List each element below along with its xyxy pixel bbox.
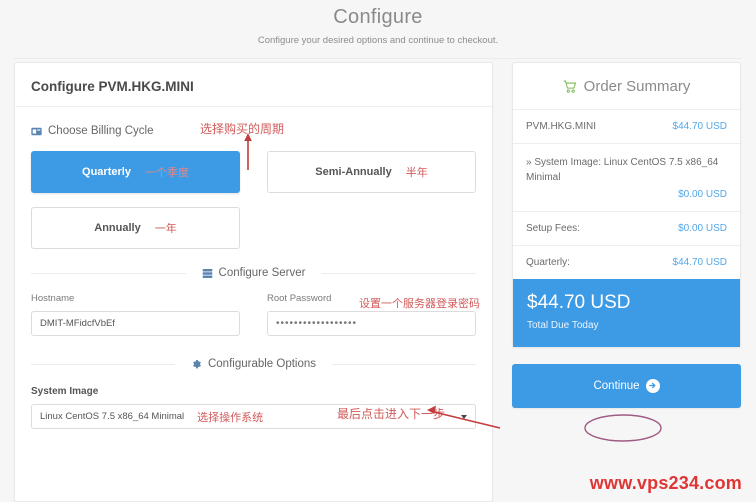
- summary-row-desc: PVM.HKG.MINI: [526, 121, 597, 132]
- summary-column: Order Summary PVM.HKG.MINI $44.70 USD » …: [512, 62, 741, 500]
- order-summary-title: Order Summary: [513, 63, 740, 110]
- billing-option-note: 半年: [405, 167, 428, 179]
- configure-heading: Configure PVM.HKG.MINI: [15, 63, 492, 107]
- order-summary-panel: Order Summary PVM.HKG.MINI $44.70 USD » …: [512, 62, 741, 348]
- system-image-value: Linux CentOS 7.5 x86_64 Minimal: [40, 411, 185, 422]
- billing-option-label: Annually: [94, 222, 141, 234]
- order-summary-label: Order Summary: [583, 78, 691, 95]
- page-header: Configure Configure your desired options…: [0, 0, 756, 59]
- configure-panel: Configure PVM.HKG.MINI Choose Billing Cy…: [14, 62, 493, 502]
- billing-option-note: 一年: [154, 223, 177, 235]
- hostname-input[interactable]: DMIT-MFidcfVbEf: [31, 311, 240, 336]
- total-due-box: $44.70 USD Total Due Today: [513, 279, 740, 347]
- billing-cycle-label: Choose Billing Cycle: [48, 125, 154, 137]
- page-subtitle: Configure your desired options and conti…: [257, 35, 499, 46]
- summary-row-price: $44.70 USD: [672, 257, 727, 268]
- password-mask: ••••••••••••••••••: [276, 318, 358, 329]
- server-icon: [202, 268, 213, 279]
- root-password-input[interactable]: ••••••••••••••••••: [267, 311, 476, 336]
- system-image-label: System Image: [31, 386, 99, 397]
- summary-row-system-image: » System Image: Linux CentOS 7.5 x86_64 …: [513, 144, 740, 212]
- configurable-options-heading: Configurable Options: [31, 358, 476, 370]
- billing-option-label: Semi-Annually: [315, 166, 392, 178]
- configure-body: Choose Billing Cycle Quarterly 一个季度 Semi…: [15, 125, 492, 429]
- summary-row-price: $0.00 USD: [678, 223, 727, 234]
- root-password-field-group: Root Password •••••••••••••••••• 设置一个服务器…: [267, 293, 480, 336]
- hostname-field-group: Hostname DMIT-MFidcfVbEf: [31, 293, 240, 336]
- billing-cycle-options: Quarterly 一个季度 Semi-Annually 半年 Annually…: [31, 151, 476, 249]
- billing-cycle-heading: Choose Billing Cycle: [31, 125, 476, 137]
- summary-row-setup-fees: Setup Fees: $0.00 USD: [513, 212, 740, 246]
- billing-option-semi-annually[interactable]: Semi-Annually 半年: [267, 151, 476, 193]
- configure-server-label: Configure Server: [218, 267, 306, 279]
- summary-row-product: PVM.HKG.MINI $44.70 USD: [513, 110, 740, 144]
- arrow-right-icon: [645, 378, 660, 393]
- summary-row-price: $44.70 USD: [672, 121, 727, 132]
- billing-option-annually[interactable]: Annually 一年: [31, 207, 240, 249]
- summary-row-desc: Setup Fees:: [526, 223, 580, 234]
- total-caption: Total Due Today: [527, 319, 599, 331]
- configurable-options-label: Configurable Options: [207, 358, 317, 370]
- billing-option-label: Quarterly: [82, 166, 131, 178]
- system-image-annotation: 选择操作系统: [197, 411, 264, 424]
- hostname-label: Hostname: [31, 293, 75, 304]
- header-divider: [14, 58, 742, 59]
- configure-server-heading: Configure Server: [31, 267, 476, 279]
- root-password-annotation: 设置一个服务器登录密码: [359, 298, 480, 310]
- billing-option-note: 一个季度: [144, 167, 189, 179]
- total-amount: $44.70 USD: [527, 292, 631, 313]
- credit-card-icon: [31, 126, 42, 137]
- continue-label: Continue: [593, 379, 640, 392]
- summary-row-desc: Quarterly:: [526, 257, 570, 268]
- page-title: Configure: [333, 6, 423, 28]
- shopping-cart-icon: [563, 80, 577, 94]
- content-area: Configure PVM.HKG.MINI Choose Billing Cy…: [0, 62, 756, 502]
- summary-row-price: $0.00 USD: [678, 189, 727, 200]
- summary-row-quarterly: Quarterly: $44.70 USD: [513, 246, 740, 279]
- billing-option-quarterly[interactable]: Quarterly 一个季度: [31, 151, 240, 193]
- summary-row-desc: » System Image: Linux CentOS 7.5 x86_64 …: [526, 157, 719, 183]
- gear-icon: [191, 359, 202, 370]
- server-fields: Hostname DMIT-MFidcfVbEf Root Password •…: [31, 293, 480, 336]
- chevron-down-icon: [461, 414, 467, 419]
- system-image-select[interactable]: Linux CentOS 7.5 x86_64 Minimal 选择操作系统: [31, 404, 476, 429]
- continue-button[interactable]: Continue: [512, 363, 741, 408]
